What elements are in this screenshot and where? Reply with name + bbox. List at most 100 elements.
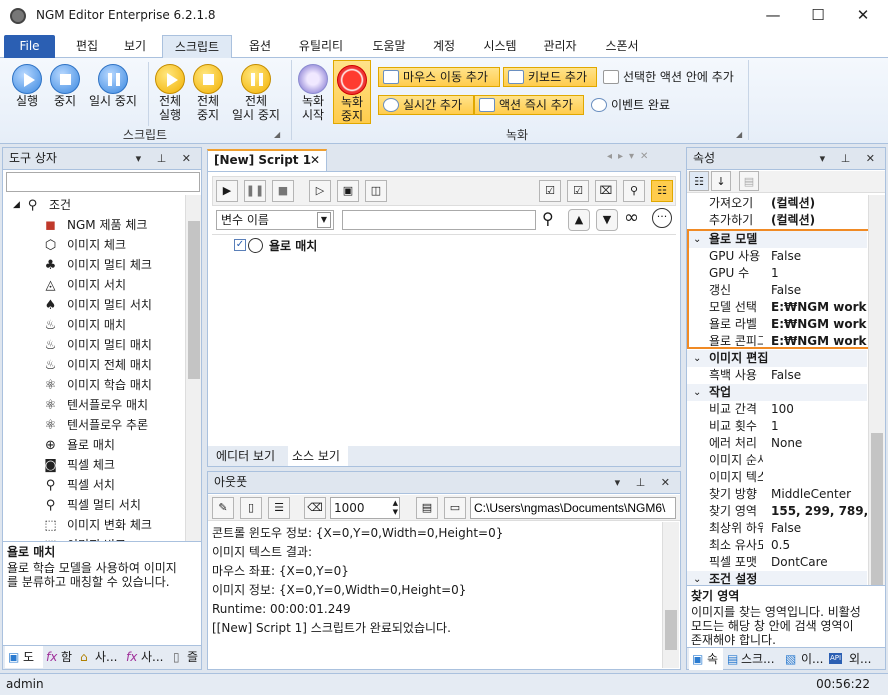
- record-start-button[interactable]: 녹화 시작: [296, 64, 330, 122]
- property-value[interactable]: (컬렉션): [771, 212, 867, 229]
- scrollbar-thumb[interactable]: [871, 433, 883, 593]
- property-value[interactable]: 1: [771, 418, 867, 435]
- menu-view[interactable]: 보기: [112, 35, 158, 58]
- toolbox-item[interactable]: ⚛ 이미지 학습 매치: [43, 375, 183, 395]
- property-category[interactable]: ⌄ 작업: [687, 384, 867, 401]
- tab-script-list[interactable]: ▤ 스크...: [725, 648, 781, 670]
- menu-options[interactable]: 옵션: [238, 35, 282, 58]
- toolbox-item[interactable]: ⊕ 욜로 매치: [43, 435, 183, 455]
- stepper-arrows-icon[interactable]: ▲ ▼: [393, 499, 398, 517]
- move-down-button[interactable]: ▼: [596, 209, 618, 231]
- tree-category-condition[interactable]: ◢ ⚲ 조건: [13, 195, 173, 215]
- toolbox-item[interactable]: ⚛ 텐서플로우 추론: [43, 415, 183, 435]
- add-keyboard-button[interactable]: 키보드 추가: [503, 67, 597, 87]
- run-to-button[interactable]: ◫: [365, 180, 387, 202]
- add-in-selected-action-button[interactable]: 선택한 액션 안에 추가: [598, 67, 754, 87]
- property-value[interactable]: None: [771, 435, 867, 452]
- scrollbar-thumb[interactable]: [665, 610, 677, 650]
- variable-select[interactable]: 변수 이름 ▼: [216, 210, 334, 230]
- toolbox-item[interactable]: ♨ 이미지 멀티 매치: [43, 335, 183, 355]
- clear-button[interactable]: ⌫: [304, 497, 326, 519]
- toolbox-scrollbar[interactable]: [185, 195, 201, 541]
- stop-all-button[interactable]: 전체 중지: [190, 64, 226, 122]
- toolbox-search-input[interactable]: [6, 172, 200, 192]
- property-value[interactable]: 0.5: [771, 537, 867, 554]
- property-row[interactable]: 비교 간격 100: [687, 401, 867, 418]
- toolbox-item[interactable]: ⚲ 픽셀 멀티 서치: [43, 495, 183, 515]
- tab-nav-icon[interactable]: ◂▸▾✕: [607, 151, 654, 162]
- property-row[interactable]: 이미지 순서: [687, 452, 867, 469]
- output-path-input[interactable]: [470, 497, 676, 519]
- property-row[interactable]: 추가하기 (컬렉션): [687, 212, 867, 229]
- add-mouse-move-button[interactable]: 마우스 이동 추가: [378, 67, 500, 87]
- tab-properties[interactable]: ▣ 속: [689, 648, 723, 670]
- tab-functions[interactable]: fx 함: [43, 646, 77, 668]
- property-category[interactable]: ⌄ 조건 설정: [687, 571, 867, 585]
- check-button[interactable]: ☑: [567, 180, 589, 202]
- property-value[interactable]: False: [771, 520, 867, 537]
- tab-user-2[interactable]: fx 사...: [123, 646, 169, 668]
- collapse-icon[interactable]: ◢: [13, 195, 20, 215]
- find-button[interactable]: ⚲: [623, 180, 645, 202]
- pick-button[interactable]: ✎: [212, 497, 234, 519]
- action-checkbox[interactable]: ✓: [234, 239, 246, 251]
- pause-all-button[interactable]: 전체 일시 중지: [226, 64, 286, 122]
- property-pages-button[interactable]: ▤: [739, 171, 759, 191]
- alphabetical-button[interactable]: ↓: [711, 171, 731, 191]
- open-folder-button[interactable]: ▭: [444, 497, 466, 519]
- menu-script[interactable]: 스크립트: [162, 35, 232, 58]
- tree-view-button[interactable]: ☷: [651, 180, 673, 202]
- tab-user-1[interactable]: ⌂ 사...: [77, 646, 121, 668]
- group-launcher-icon[interactable]: ◢: [274, 130, 280, 139]
- group-launcher-icon[interactable]: ◢: [736, 130, 742, 139]
- tab-favorites[interactable]: ▯ 즐: [171, 646, 201, 668]
- editor-search-input[interactable]: [342, 210, 536, 230]
- categorized-button[interactable]: ☷: [689, 171, 709, 191]
- property-row[interactable]: 찾기 영역 155, 299, 789, 4: [687, 503, 867, 520]
- close-tab-icon[interactable]: ✕: [310, 151, 320, 169]
- property-row[interactable]: 최소 유사도 0.5: [687, 537, 867, 554]
- property-row[interactable]: 최상위 하위 False: [687, 520, 867, 537]
- run-selected-button[interactable]: ▣: [337, 180, 359, 202]
- property-row[interactable]: 이미지 텍스트: [687, 469, 867, 486]
- toolbox-item[interactable]: ♠ 이미지 멀티 서치: [43, 295, 183, 315]
- toolbox-item[interactable]: ⚛ 텐서플로우 매치: [43, 395, 183, 415]
- list-button[interactable]: ☰: [268, 497, 290, 519]
- property-value[interactable]: 155, 299, 789, 4: [771, 503, 867, 520]
- menu-system[interactable]: 시스템: [474, 35, 526, 58]
- property-row[interactable]: 픽셀 포맷 DontCare: [687, 554, 867, 571]
- toolbox-item[interactable]: ♨ 이미지 전체 매치: [43, 355, 183, 375]
- property-category[interactable]: ⌄ 이미지 편집: [687, 350, 867, 367]
- property-row[interactable]: 에러 처리 None: [687, 435, 867, 452]
- panel-controls-icon[interactable]: ▾ ⊥ ✕: [136, 148, 197, 169]
- property-row[interactable]: 찾기 방향 MiddleCenter: [687, 486, 867, 503]
- search-icon[interactable]: ⚲: [542, 209, 554, 228]
- tab-script-1[interactable]: [New] Script 1 ✕: [207, 149, 327, 171]
- menu-edit[interactable]: 편집: [64, 35, 110, 58]
- menu-sponsor[interactable]: 스폰서: [596, 35, 648, 58]
- menu-help[interactable]: 도움말: [362, 35, 416, 58]
- menu-file[interactable]: File: [4, 35, 55, 58]
- property-value[interactable]: False: [771, 367, 867, 384]
- check-all-button[interactable]: ☑: [539, 180, 561, 202]
- property-value[interactable]: MiddleCenter: [771, 486, 867, 503]
- move-up-button[interactable]: ▲: [568, 209, 590, 231]
- close-button[interactable]: ✕: [840, 0, 886, 31]
- toolbox-item[interactable]: ◙ 픽셀 체크: [43, 455, 183, 475]
- pause-step-button[interactable]: ❚❚: [244, 180, 266, 202]
- property-row[interactable]: 가져오기 (컬렉션): [687, 195, 867, 212]
- property-row[interactable]: 비교 횟수 1: [687, 418, 867, 435]
- toolbox-item[interactable]: ⬚ 이미지 변화 체크: [43, 515, 183, 535]
- add-action-now-button[interactable]: 액션 즉시 추가: [474, 95, 584, 115]
- maximize-button[interactable]: ☐: [795, 0, 841, 31]
- more-icon[interactable]: ···: [652, 208, 672, 228]
- collapse-icon[interactable]: ⌄: [693, 384, 701, 401]
- save-button[interactable]: ▤: [416, 497, 438, 519]
- property-value[interactable]: DontCare: [771, 554, 867, 571]
- tab-images[interactable]: ▧ 이...: [783, 648, 825, 670]
- menu-admin[interactable]: 관리자: [534, 35, 586, 58]
- new-file-button[interactable]: ▯: [240, 497, 262, 519]
- panel-controls-icon[interactable]: ▾ ⊥ ✕: [820, 148, 881, 169]
- play-step-button[interactable]: ▶: [216, 180, 238, 202]
- panel-controls-icon[interactable]: ▾ ⊥ ✕: [615, 472, 676, 493]
